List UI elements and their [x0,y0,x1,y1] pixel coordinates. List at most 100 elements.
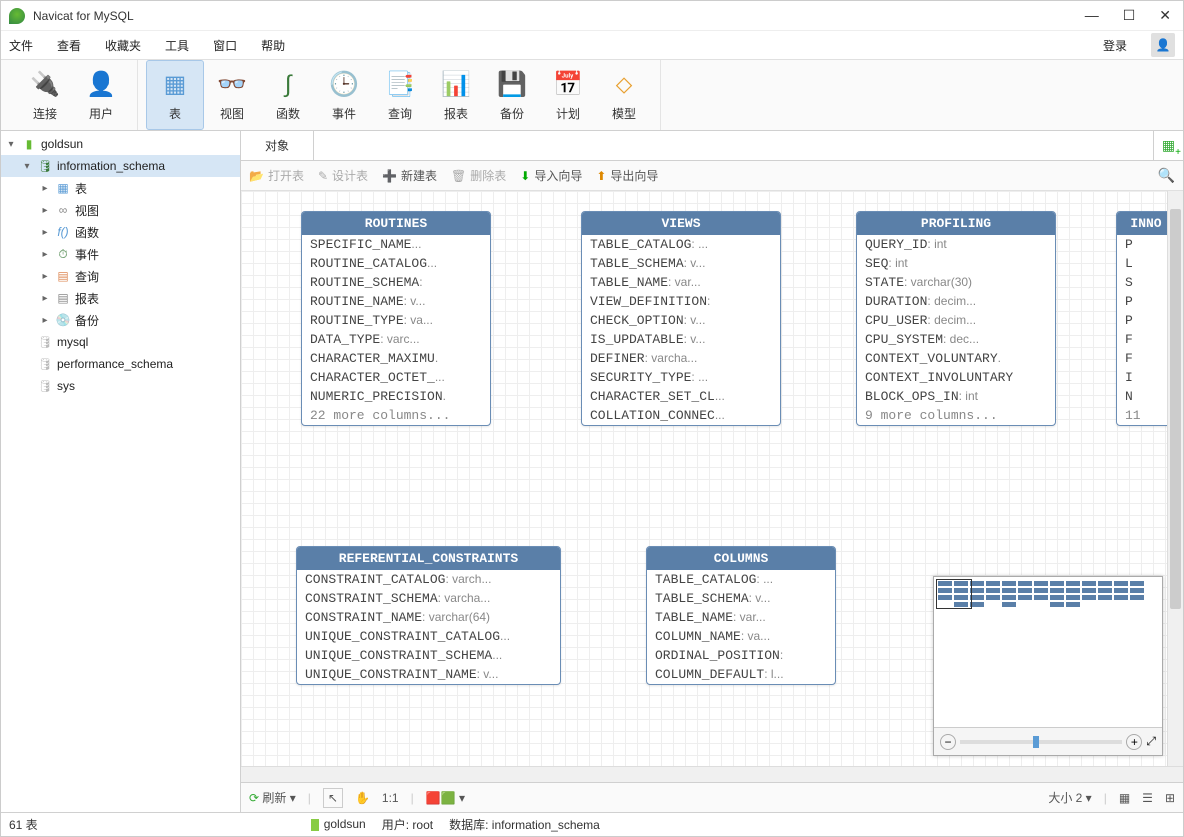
caret-icon[interactable]: ▸ [39,315,51,326]
tool-view[interactable]: 👓 视图 [204,60,260,130]
action-design-table[interactable]: ✎设计表 [318,167,368,184]
action-delete-table[interactable]: 🗑删除表 [451,167,506,184]
tool-query[interactable]: 📑 查询 [372,60,428,130]
entity-column: DURATION: decim... [857,292,1055,311]
action-export[interactable]: ⬆导出向导 [596,167,658,184]
tab-objects[interactable]: 对象 [241,131,314,160]
minimap-canvas[interactable] [934,577,1162,727]
entity-table[interactable]: COLUMNSTABLE_CATALOG: ...TABLE_SCHEMA: v… [646,546,836,685]
minimap[interactable]: − + ⤢ [933,576,1163,756]
caret-icon[interactable]: ▸ [39,249,51,260]
entity-table[interactable]: ROUTINESSPECIFIC_NAME...ROUTINE_CATALOG.… [301,211,491,426]
zoom-out-button[interactable]: − [940,734,956,750]
zoom-slider[interactable] [960,740,1122,744]
entity-column: DEFINER: varcha... [582,349,780,368]
menu-tools[interactable]: 工具 [165,37,189,54]
login-link[interactable]: 登录 [1103,37,1127,54]
backup-icon: 💿 [55,312,71,328]
tree-events[interactable]: ▸ ⏱ 事件 [1,243,240,265]
hand-tool[interactable]: ✋ [355,791,370,805]
zoom-in-button[interactable]: + [1126,734,1142,750]
menu-view[interactable]: 查看 [57,37,81,54]
horizontal-scrollbar[interactable] [241,766,1183,782]
entity-column: COLUMN_DEFAULT: l... [647,665,835,684]
minimize-button[interactable]: — [1085,7,1099,24]
entity-name: PROFILING [857,212,1055,235]
entity-table[interactable]: VIEWSTABLE_CATALOG: ...TABLE_SCHEMA: v..… [581,211,781,426]
entity-column: BLOCK_OPS_IN: int [857,387,1055,406]
delete-icon: 🗑 [451,169,466,183]
tool-user[interactable]: 👤 用户 [73,60,129,130]
action-open-table[interactable]: 📂打开表 [249,167,304,184]
vertical-scrollbar[interactable] [1167,191,1183,766]
tree-database-selected[interactable]: ▾ 🛢 information_schema [1,155,240,177]
tree-database[interactable]: ▸ 🛢 mysql [1,331,240,353]
refresh-button[interactable]: ⟳ 刷新 ▾ [249,789,296,806]
entity-column: DATA_TYPE: varc... [302,330,490,349]
menu-help[interactable]: 帮助 [261,37,285,54]
import-icon: ⬇ [520,169,530,183]
fit-tool[interactable]: 1:1 [382,791,399,805]
refresh-icon: ⟳ [249,791,259,805]
connection-tree[interactable]: ▾ ▮ goldsun ▾ 🛢 information_schema ▸ ▦ 表… [1,131,241,812]
caret-icon[interactable]: ▸ [39,183,51,194]
grid-view-icon[interactable]: ▦ [1119,791,1130,805]
app-title: Navicat for MySQL [33,9,1085,23]
entity-name: VIEWS [582,212,780,235]
database-icon: 🛢 [37,334,53,350]
entity-name: COLUMNS [647,547,835,570]
plug-icon: 🔌 [29,69,61,101]
action-import[interactable]: ⬇导入向导 [520,167,582,184]
menu-file[interactable]: 文件 [9,37,33,54]
entity-column: CHECK_OPTION: v... [582,311,780,330]
tree-database[interactable]: ▸ 🛢 sys [1,375,240,397]
tool-event[interactable]: 🕒 事件 [316,60,372,130]
tab-add-icon[interactable]: ▦ [1153,131,1183,160]
detail-view-icon[interactable]: ⊞ [1165,791,1175,805]
caret-icon[interactable]: ▸ [39,205,51,216]
action-new-table[interactable]: ➕新建表 [382,167,437,184]
tool-connection[interactable]: 🔌 连接 [17,60,73,130]
tool-backup[interactable]: 💾 备份 [484,60,540,130]
expand-icon[interactable]: ⤢ [1146,734,1156,749]
tree-database[interactable]: ▸ 🛢 performance_schema [1,353,240,375]
tool-plan[interactable]: 📅 计划 [540,60,596,130]
caret-icon[interactable]: ▸ [39,293,51,304]
entity-column: NUMERIC_PRECISION. [302,387,490,406]
entity-column: TABLE_CATALOG: ... [582,235,780,254]
cursor-tool[interactable]: ↖ [323,788,343,808]
tool-table[interactable]: ▦ 表 [146,60,204,130]
menu-favorites[interactable]: 收藏夹 [105,37,141,54]
entity-name: ROUTINES [302,212,490,235]
caret-icon[interactable]: ▾ [5,139,17,150]
tree-tables[interactable]: ▸ ▦ 表 [1,177,240,199]
entity-table[interactable]: PROFILINGQUERY_ID: intSEQ: intSTATE: var… [856,211,1056,426]
caret-icon[interactable]: ▾ [21,161,33,172]
color-tool[interactable]: 🟥🟩 ▾ [426,791,465,805]
close-button[interactable]: ✕ [1159,7,1171,24]
entity-column: IS_UPDATABLE: v... [582,330,780,349]
entity-table[interactable]: REFERENTIAL_CONSTRAINTSCONSTRAINT_CATALO… [296,546,561,685]
tool-function[interactable]: ∫ 函数 [260,60,316,130]
avatar-icon[interactable]: 👤 [1151,33,1175,57]
caret-icon[interactable]: ▸ [39,271,51,282]
maximize-button[interactable]: ☐ [1123,7,1136,24]
list-view-icon[interactable]: ☰ [1142,791,1153,805]
tree-functions[interactable]: ▸ f() 函数 [1,221,240,243]
search-icon[interactable]: 🔍 [1158,167,1175,184]
minimap-viewport[interactable] [936,579,972,609]
entity-column: CONSTRAINT_NAME: varchar(64) [297,608,560,627]
size-label[interactable]: 大小 2 ▾ [1048,789,1091,806]
user-icon: 👤 [85,69,117,101]
tree-views[interactable]: ▸ ∞ 视图 [1,199,240,221]
tree-queries[interactable]: ▸ ▤ 查询 [1,265,240,287]
tree-reports[interactable]: ▸ ▤ 报表 [1,287,240,309]
tool-report[interactable]: 📊 报表 [428,60,484,130]
table-icon: ▦ [55,180,71,196]
menu-window[interactable]: 窗口 [213,37,237,54]
caret-icon[interactable]: ▸ [39,227,51,238]
entity-more: 9 more columns... [857,406,1055,425]
tree-backups[interactable]: ▸ 💿 备份 [1,309,240,331]
tree-connection[interactable]: ▾ ▮ goldsun [1,133,240,155]
tool-model[interactable]: ⬦ 模型 [596,60,652,130]
